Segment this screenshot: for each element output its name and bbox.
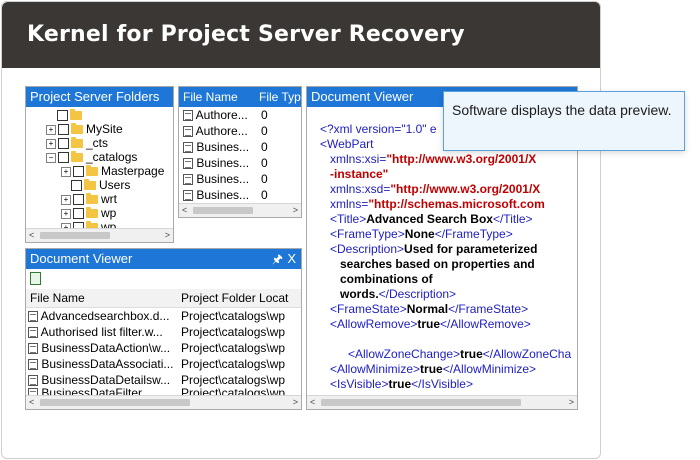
- expand-icon[interactable]: +: [46, 124, 56, 135]
- toolbar: [26, 269, 301, 289]
- doc-list-header: File Name Project Folder Locat: [26, 289, 301, 308]
- table-row[interactable]: BusinessDataAssociati... Project\catalog…: [26, 356, 301, 372]
- tree-node-mysite[interactable]: + MySite: [46, 122, 123, 136]
- table-row[interactable]: Busines... 0: [179, 187, 301, 203]
- scroll-thumb[interactable]: [193, 207, 253, 214]
- horizontal-scrollbar[interactable]: < >: [179, 203, 301, 217]
- collapse-icon[interactable]: −: [46, 152, 56, 163]
- tree-node-masterpage[interactable]: + Masterpage: [61, 164, 164, 178]
- table-row[interactable]: Authore... 0: [179, 123, 301, 139]
- col-file-type[interactable]: File Typ: [259, 87, 301, 107]
- file-list-table: File Name File Typ Authore... 0 Authore.…: [179, 87, 301, 203]
- table-row[interactable]: Busines... 0: [179, 155, 301, 171]
- horizontal-scrollbar[interactable]: < >: [307, 395, 577, 409]
- scroll-right-icon[interactable]: >: [569, 396, 574, 409]
- scroll-left-icon[interactable]: <: [310, 396, 315, 409]
- checkbox[interactable]: [58, 124, 69, 136]
- scroll-left-icon[interactable]: <: [29, 229, 34, 242]
- table-row[interactable]: BusinessDataDetailsw... Project\catalogs…: [26, 372, 301, 388]
- file-list-header: File Name File Typ: [179, 87, 301, 107]
- document-icon: [183, 190, 193, 202]
- file-list-panel: File Name File Typ Authore... 0 Authore.…: [178, 86, 302, 218]
- document-icon: [183, 174, 193, 186]
- scroll-thumb[interactable]: [40, 232, 110, 239]
- tree-node-wp[interactable]: + wp: [61, 206, 116, 220]
- tree-node[interactable]: [57, 108, 85, 122]
- table-row[interactable]: BusinessDataAction\w... Project\catalogs…: [26, 340, 301, 356]
- document-icon: [183, 126, 193, 138]
- tree-node-cts[interactable]: + _cts: [46, 136, 108, 150]
- doc-viewer-bottom-title: Document Viewer 🖈 X: [26, 249, 301, 269]
- folder-icon: [71, 151, 83, 163]
- tree-node-users[interactable]: Users: [71, 178, 130, 192]
- expand-icon[interactable]: +: [61, 208, 71, 219]
- horizontal-scrollbar[interactable]: < >: [26, 228, 173, 242]
- folder-icon: [71, 137, 83, 149]
- table-row[interactable]: Authore... 0: [179, 107, 301, 123]
- document-icon: [28, 327, 38, 339]
- horizontal-scrollbar[interactable]: < >: [26, 395, 301, 409]
- checkbox[interactable]: [58, 138, 69, 150]
- folder-icon: [86, 207, 98, 219]
- folder-icon: [86, 165, 98, 177]
- checkbox[interactable]: [73, 208, 84, 220]
- document-icon: [183, 158, 193, 170]
- expand-icon[interactable]: +: [46, 138, 56, 149]
- doc-list-table: File Name Project Folder Locat Advanceds…: [26, 289, 301, 398]
- pin-icon[interactable]: 🖈: [272, 249, 283, 269]
- scroll-left-icon[interactable]: <: [182, 204, 187, 217]
- document-icon: [183, 110, 193, 122]
- folders-panel: Project Server Folders + MySite + _cts − _c…: [25, 86, 174, 243]
- expand-icon[interactable]: +: [61, 194, 71, 205]
- close-button[interactable]: X: [287, 249, 296, 269]
- doc-viewer-bottom-panel: Document Viewer 🖈 X File Name Project Fo…: [25, 248, 302, 410]
- checkbox[interactable]: [73, 166, 84, 178]
- table-row[interactable]: Busines... 0: [179, 171, 301, 187]
- table-row[interactable]: Busines... 0: [179, 139, 301, 155]
- tree-node-wrt[interactable]: + wrt: [61, 192, 117, 206]
- checkbox[interactable]: [71, 180, 82, 192]
- folder-icon: [84, 179, 96, 191]
- scroll-right-icon[interactable]: >: [165, 229, 170, 242]
- scroll-right-icon[interactable]: >: [293, 396, 298, 409]
- callout-tooltip: Software displays the data preview.: [443, 91, 685, 151]
- col-project-folder-location[interactable]: Project Folder Locat: [181, 289, 288, 307]
- document-icon: [183, 142, 193, 154]
- col-file-name[interactable]: File Name: [183, 87, 238, 107]
- document-icon: [28, 375, 38, 387]
- tree-node-catalogs[interactable]: − _catalogs: [46, 150, 137, 164]
- folders-panel-title: Project Server Folders: [26, 87, 173, 107]
- scroll-thumb[interactable]: [40, 399, 190, 406]
- document-icon: [28, 343, 38, 355]
- document-icon: [28, 311, 38, 323]
- scroll-right-icon[interactable]: >: [293, 204, 298, 217]
- scroll-thumb[interactable]: [321, 399, 521, 406]
- expand-icon[interactable]: +: [61, 166, 71, 177]
- document-icon: [28, 359, 38, 371]
- folder-tree: + MySite + _cts − _catalogs + Masterpage Use…: [26, 107, 173, 229]
- folder-icon: [71, 123, 83, 135]
- folder-icon: [86, 193, 98, 205]
- checkbox[interactable]: [73, 194, 84, 206]
- preview-icon[interactable]: [30, 272, 41, 285]
- header-bar: Kernel for Project Server Recovery: [2, 2, 600, 68]
- table-row[interactable]: Authorised list filter.w... Project\cata…: [26, 324, 301, 340]
- checkbox[interactable]: [57, 110, 68, 122]
- screenshot-card: Kernel for Project Server Recovery Proje…: [1, 1, 601, 459]
- page-title: Kernel for Project Server Recovery: [27, 22, 465, 47]
- table-row[interactable]: Advancedsearchbox.d... Project\catalogs\…: [26, 308, 301, 324]
- checkbox[interactable]: [58, 152, 69, 164]
- folder-icon: [70, 109, 82, 121]
- scroll-left-icon[interactable]: <: [29, 396, 34, 409]
- col-file-name[interactable]: File Name: [30, 289, 85, 307]
